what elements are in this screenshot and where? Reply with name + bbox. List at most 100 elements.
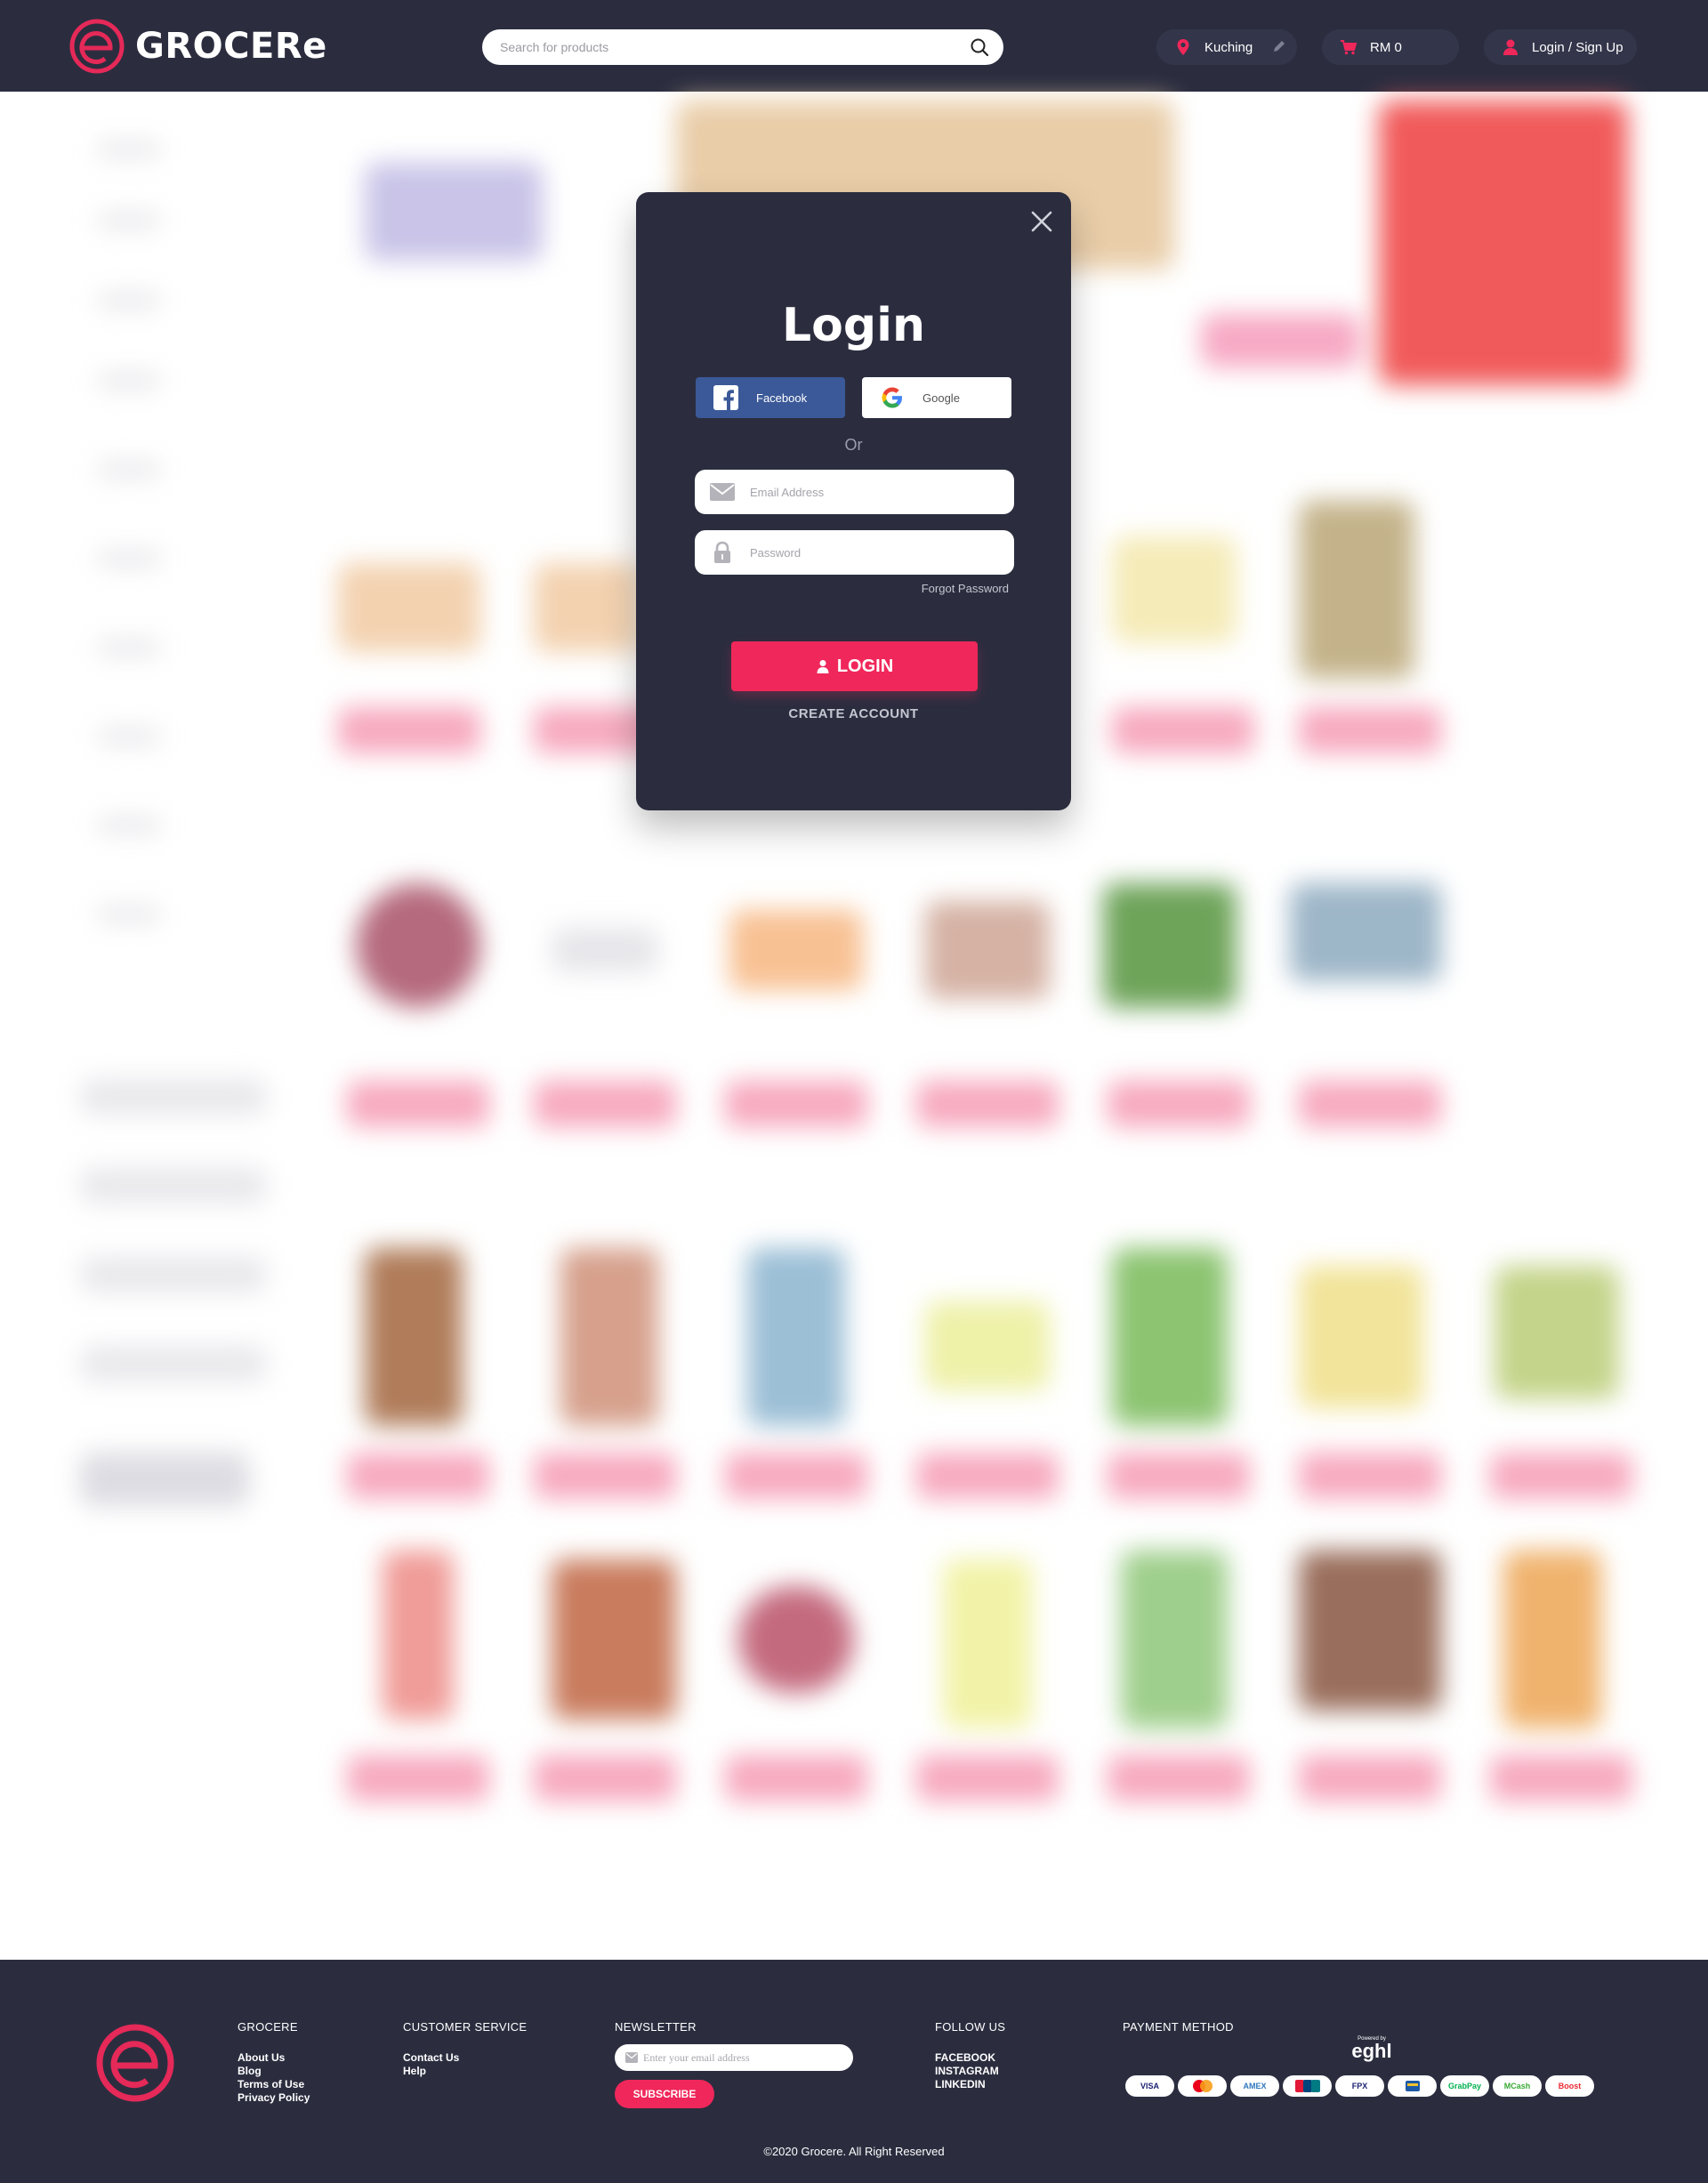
- blurred-banner-image: [1379, 101, 1628, 385]
- cart-icon: [1341, 40, 1358, 55]
- footer-grocere-column: GROCERE About Us Blog Terms of Use Priva…: [238, 2020, 310, 2105]
- amex-badge: AMEX: [1230, 2075, 1279, 2097]
- newsletter-email-input[interactable]: [643, 2050, 839, 2065]
- footer-link-terms[interactable]: Terms of Use: [238, 2078, 310, 2091]
- search-input[interactable]: [482, 29, 945, 65]
- blurred-add-button: [347, 1081, 489, 1127]
- grabpay-badge: GrabPay: [1440, 2075, 1489, 2097]
- bank-icon: [1405, 2081, 1420, 2091]
- blurred-banner-button: [1201, 314, 1361, 367]
- blurred-product-image: [729, 910, 863, 990]
- cart-total: RM 0: [1370, 39, 1402, 55]
- blurred-product-image: [1103, 883, 1237, 1008]
- blurred-sidebar-item: [98, 821, 160, 830]
- footer-link-help[interactable]: Help: [403, 2065, 527, 2078]
- search-icon[interactable]: [970, 37, 989, 57]
- footer-link-contact-us[interactable]: Contact Us: [403, 2051, 527, 2065]
- login-signup-label: Login / Sign Up: [1532, 39, 1623, 55]
- blurred-add-button: [725, 1081, 867, 1127]
- footer-payment-column: PAYMENT METHOD Powered by eghl VISA AMEX: [1123, 2020, 1621, 2127]
- lock-icon: [714, 541, 730, 563]
- top-nav-bar: GROCERe Kuching RM 0 Login /: [0, 0, 1708, 92]
- login-title: Login: [782, 299, 925, 352]
- grocere-logo-icon: [69, 19, 125, 74]
- blurred-add-button: [1299, 707, 1441, 753]
- blurred-add-button: [725, 1453, 867, 1499]
- blurred-add-button: [1299, 1453, 1441, 1499]
- blurred-product-image: [1299, 1551, 1441, 1711]
- blurred-product-image: [747, 1248, 845, 1426]
- blurred-product-image: [1290, 883, 1441, 981]
- footer-heading: NEWSLETTER: [615, 2020, 697, 2034]
- footer-link-linkedin[interactable]: LINKEDIN: [935, 2078, 1005, 2091]
- blurred-add-button: [534, 1755, 676, 1801]
- forgot-password-link[interactable]: Forgot Password: [922, 582, 1009, 595]
- grocere-logo-icon[interactable]: [96, 2024, 174, 2102]
- blurred-sidebar-box: [80, 1346, 267, 1381]
- bank-badge: [1388, 2075, 1437, 2097]
- google-label: Google: [922, 391, 960, 405]
- brand-logo[interactable]: GROCERe: [69, 18, 327, 75]
- blurred-add-button: [1299, 1755, 1441, 1801]
- login-modal: Login Facebook Google Or Forgot: [636, 192, 1071, 810]
- blurred-product-image: [383, 1551, 454, 1720]
- blurred-sidebar-box: [80, 1453, 249, 1506]
- blurred-product-image: [1299, 501, 1414, 679]
- gateway-brand: eghl: [1351, 2040, 1392, 2062]
- footer-heading: GROCERE: [238, 2020, 298, 2034]
- visa-badge: VISA: [1125, 2075, 1174, 2097]
- mastercard-badge: [1178, 2075, 1227, 2097]
- unionpay-badge: [1283, 2075, 1332, 2097]
- footer-link-blog[interactable]: Blog: [238, 2065, 310, 2078]
- payment-methods: VISA AMEX FPX GrabPay MCash Boost: [1125, 2075, 1598, 2097]
- create-account-link[interactable]: CREATE ACCOUNT: [636, 706, 1071, 721]
- footer-heading: FOLLOW US: [935, 2020, 1006, 2034]
- email-input[interactable]: [750, 474, 999, 510]
- google-login-button[interactable]: Google: [862, 377, 1011, 418]
- password-input[interactable]: [750, 535, 999, 570]
- blurred-add-button: [1112, 707, 1254, 753]
- payment-gateway-logo: Powered by eghl: [1345, 2036, 1398, 2061]
- footer-newsletter-column: NEWSLETTER SUBSCRIBE: [615, 2020, 853, 2108]
- footer-link-facebook[interactable]: FACEBOOK: [935, 2051, 1005, 2065]
- edit-pencil-icon[interactable]: [1272, 39, 1286, 53]
- login-signup-button[interactable]: Login / Sign Up: [1484, 29, 1637, 65]
- blurred-add-button: [347, 1755, 489, 1801]
- subscribe-button[interactable]: SUBSCRIBE: [615, 2080, 714, 2108]
- footer-heading: PAYMENT METHOD: [1123, 2020, 1234, 2034]
- facebook-icon: [713, 385, 738, 410]
- footer-link-about-us[interactable]: About Us: [238, 2051, 310, 2065]
- login-button[interactable]: LOGIN: [731, 641, 978, 691]
- blurred-sidebar-box: [80, 1079, 267, 1115]
- blurred-sidebar-item: [98, 554, 160, 563]
- close-icon[interactable]: [1028, 208, 1055, 235]
- boost-badge: Boost: [1545, 2075, 1594, 2097]
- blurred-product-image: [1299, 1266, 1423, 1408]
- blurred-add-button: [1299, 1081, 1441, 1127]
- blurred-sidebar-item: [98, 376, 160, 385]
- footer-heading: CUSTOMER SERVICE: [403, 2020, 528, 2034]
- blurred-add-button: [534, 1081, 676, 1127]
- blurred-sidebar-item: [98, 296, 160, 305]
- facebook-login-button[interactable]: Facebook: [696, 377, 845, 418]
- envelope-icon: [625, 2052, 638, 2063]
- blurred-add-button: [347, 1453, 489, 1499]
- cart-button[interactable]: RM 0: [1322, 29, 1459, 65]
- blurred-product-image: [738, 1586, 854, 1693]
- blurred-add-button: [1490, 1453, 1632, 1499]
- blurred-product-image: [365, 1248, 463, 1426]
- footer-link-instagram[interactable]: INSTAGRAM: [935, 2065, 1005, 2078]
- user-icon: [817, 660, 829, 673]
- blurred-add-button: [1108, 1755, 1250, 1801]
- unionpay-icon: [1294, 2080, 1320, 2092]
- login-button-label: LOGIN: [836, 656, 894, 676]
- password-field: [695, 530, 1014, 575]
- blurred-product-image: [925, 901, 1050, 999]
- blurred-product-image: [560, 1248, 658, 1426]
- footer-link-privacy[interactable]: Privacy Policy: [238, 2091, 310, 2105]
- blurred-product-image: [1112, 536, 1237, 643]
- envelope-icon: [710, 483, 735, 501]
- mastercard-icon: [1192, 2080, 1213, 2092]
- location-selector[interactable]: Kuching: [1156, 29, 1297, 65]
- blurred-product-image: [1112, 1248, 1228, 1426]
